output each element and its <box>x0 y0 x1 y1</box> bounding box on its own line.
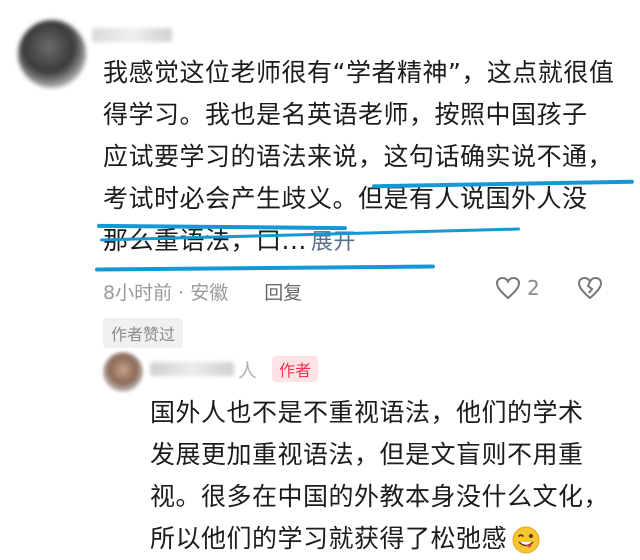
like-count: 2 <box>527 276 540 300</box>
comment-location: 安徽 <box>190 282 229 304</box>
reply-line: 视。很多在中国的外教本身没什么文化， <box>150 482 610 511</box>
reply-line-last: 所以他们的学习就获得了松弛感 <box>150 518 620 560</box>
author-name-blurred[interactable] <box>150 362 234 376</box>
comment-meta: 8小时前 · 安徽 回复 <box>103 278 302 305</box>
comment-line: 得学习。我也是名英语老师，按照中国孩子 <box>103 100 588 129</box>
comment-line: 我感觉这位老师很有“学者精神”，这点就很值 <box>103 58 615 87</box>
reply-line: 发展更加重视语法，但是文盲则不用重 <box>150 440 584 469</box>
comment-time: 8小时前 <box>103 282 173 304</box>
author-liked-badge: 作者赞过 <box>103 318 184 348</box>
reply-body: 国外人也不是不重视语法，他们的学术 发展更加重视语法，但是文盲则不用重 视。很多… <box>150 392 620 560</box>
reply-line-text: 所以他们的学习就获得了松弛感 <box>150 524 508 553</box>
author-avatar[interactable] <box>103 352 143 392</box>
winking-face-with-tongue-icon <box>512 526 540 554</box>
reply-button[interactable]: 回复 <box>264 282 302 304</box>
author-badge: 作者 <box>272 356 319 382</box>
meta-separator: · <box>172 282 191 304</box>
author-name-tail[interactable]: 人 <box>238 356 257 383</box>
like-button[interactable]: 2 <box>495 276 540 300</box>
commenter-avatar[interactable] <box>18 20 86 88</box>
reply-line: 国外人也不是不重视语法，他们的学术 <box>150 398 584 427</box>
comment-line: 应试要学习的语法来说，这句话确实说不通， <box>103 142 614 171</box>
highlight-underline <box>94 264 436 272</box>
dislike-button[interactable] <box>577 276 603 304</box>
commenter-name-blurred[interactable] <box>92 28 172 42</box>
broken-heart-icon <box>577 276 603 300</box>
heart-icon <box>495 276 521 300</box>
